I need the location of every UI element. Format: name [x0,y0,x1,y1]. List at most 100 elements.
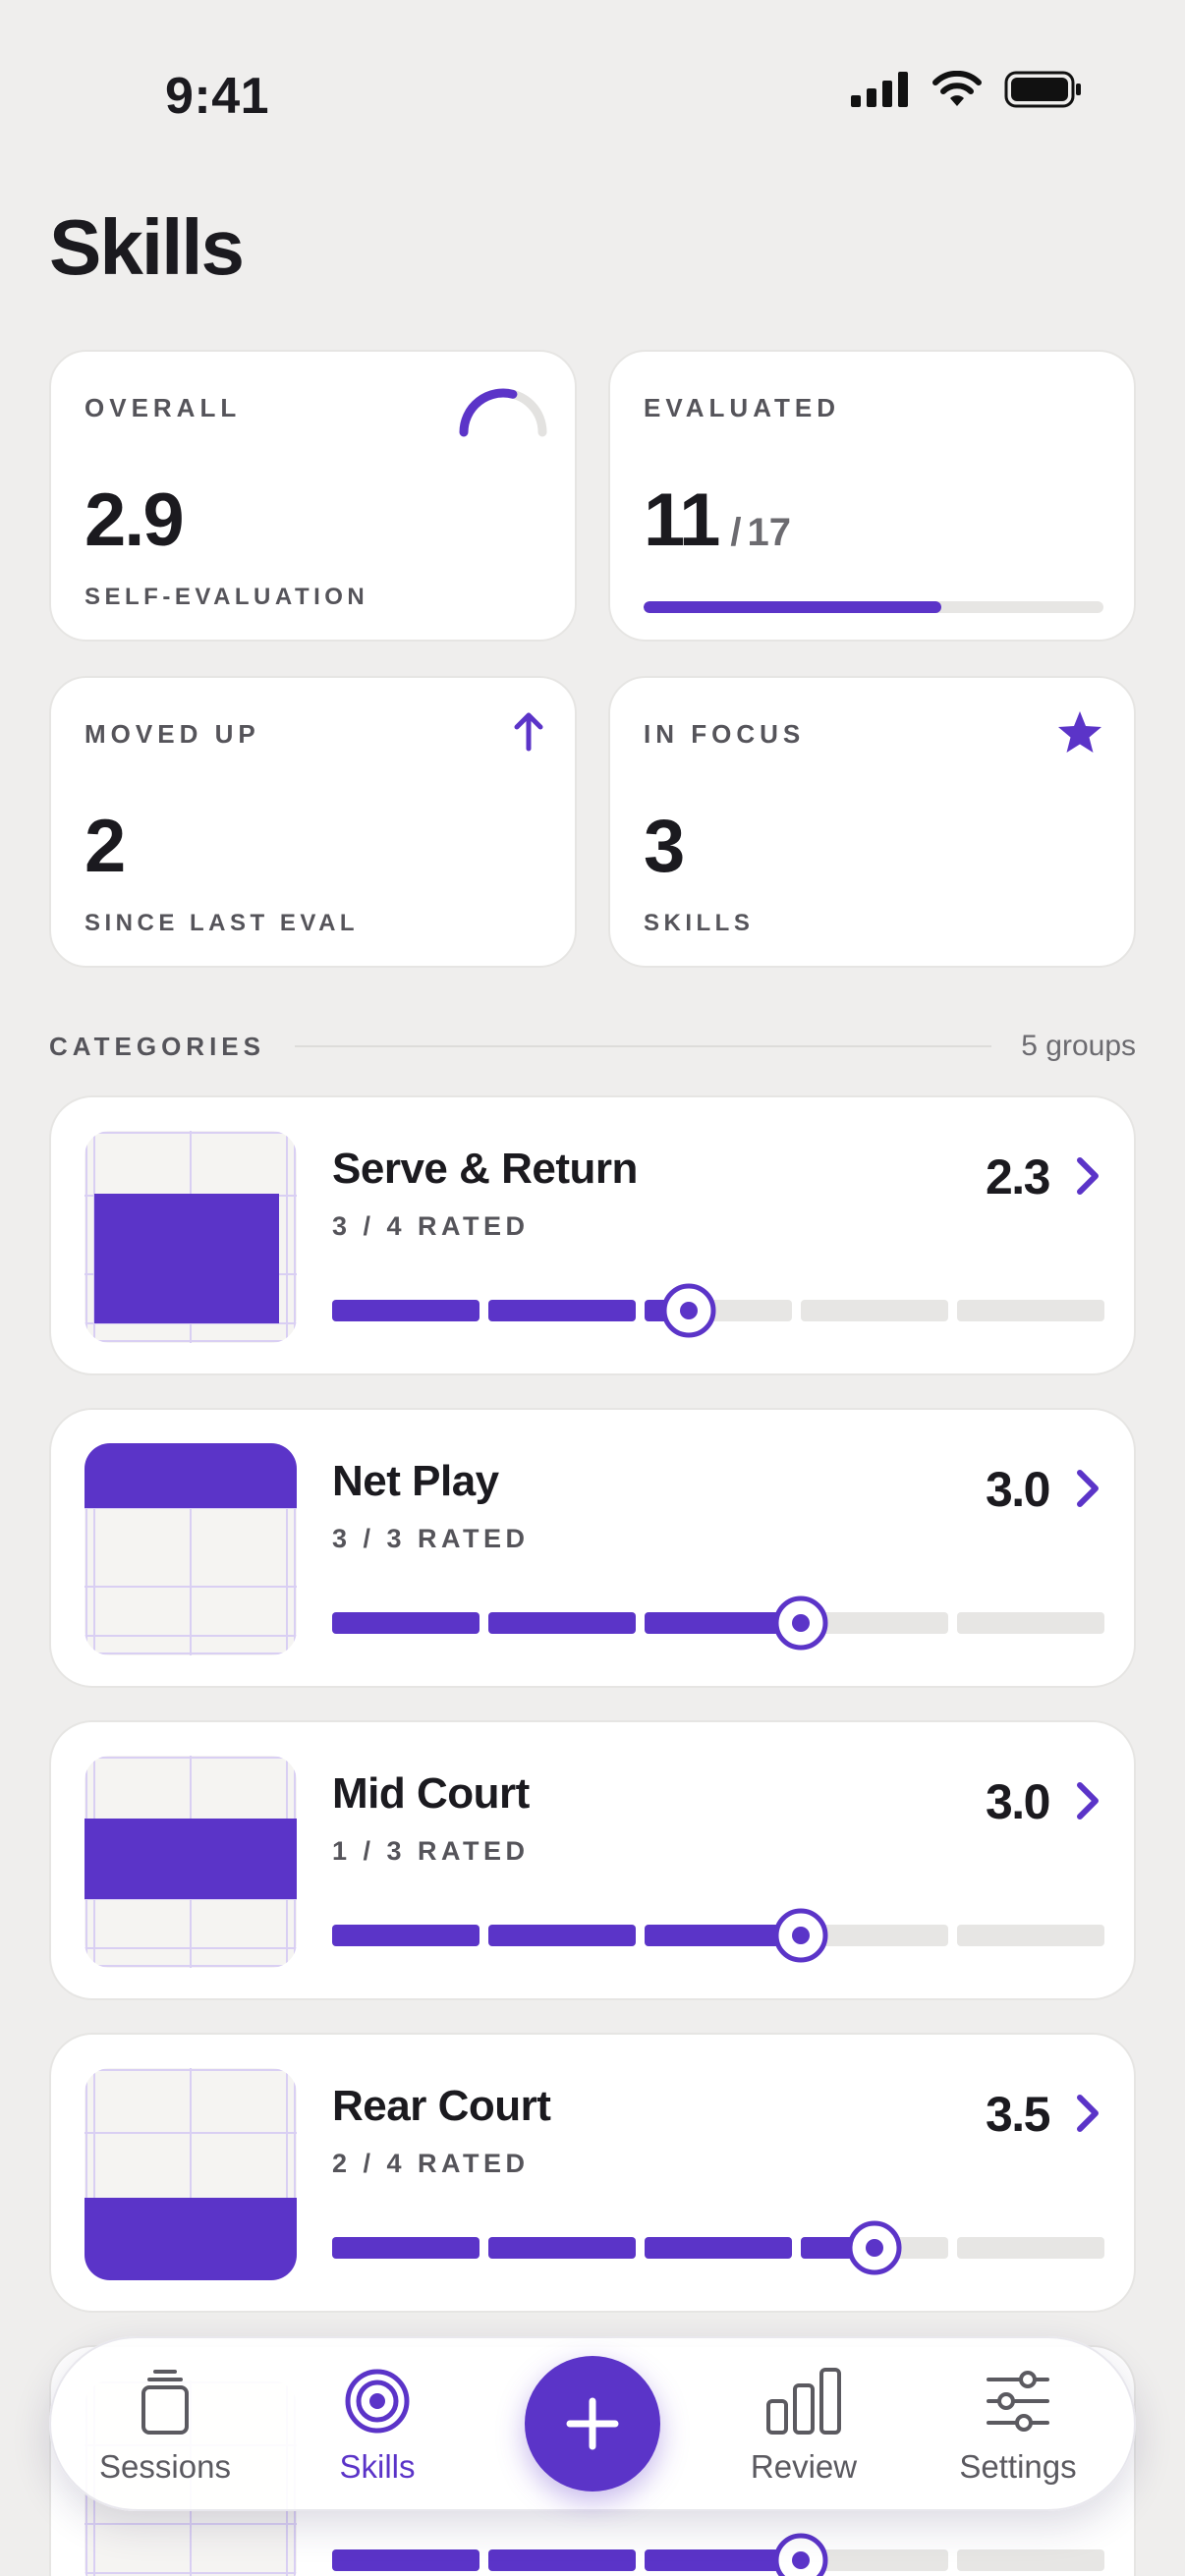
section-divider [294,1045,992,1047]
level-segment-fill [488,1925,636,1946]
category-score: 3.5 [985,2087,1051,2142]
level-segment-fill [645,2549,792,2571]
level-segment [957,1612,1104,1634]
in-focus-sub: SKILLS [644,910,755,936]
in-focus-card[interactable]: IN FOCUS 3 SKILLS [608,676,1136,968]
evaluated-card[interactable]: EVALUATED 11/17 [608,350,1136,642]
chevron-right-icon [1077,1470,1099,1507]
moved-up-value: 2 [85,805,126,888]
court-zone-highlight [85,1443,297,1508]
category-card-serve-return[interactable]: Serve & Return 3 / 4 RATED 2.3 [49,1095,1136,1375]
level-track [332,1908,1104,1963]
overall-label: OVERALL [85,393,242,422]
level-segment-fill [332,1612,480,1634]
chevron-right-icon [1077,1782,1099,1820]
star-icon [1058,711,1101,753]
category-score: 3.0 [985,1462,1051,1517]
level-segment [957,2549,1104,2571]
in-focus-label: IN FOCUS [644,719,806,749]
wifi-icon [932,71,982,106]
category-rated: 3 / 4 RATED [332,1211,530,1241]
level-knob-dot [680,1302,698,1319]
tab-skills[interactable]: Skills [279,2366,476,2493]
target-icon [345,2369,410,2434]
level-segment-fill [488,1300,636,1321]
category-name: Rear Court [332,2082,551,2130]
court-serve-icon [85,1131,297,1343]
level-knob-dot [792,1927,810,1944]
overall-card[interactable]: OVERALL 2.9 SELF-EVALUATION [49,350,577,642]
level-segment-fill [488,2549,636,2571]
arrow-up-icon [514,712,543,752]
battery-icon [1004,71,1081,108]
plus-icon [566,2397,619,2450]
court-zone-highlight [85,2198,297,2280]
overall-value: 2.9 [85,478,185,562]
court-rear-icon [85,2068,297,2280]
level-segment-fill [332,1300,480,1321]
category-rated: 1 / 3 RATED [332,1836,530,1866]
chevron-right-icon [1077,1157,1099,1195]
status-time: 9:41 [165,68,270,125]
moved-up-card[interactable]: MOVED UP 2 SINCE LAST EVAL [49,676,577,968]
level-track [332,2220,1104,2275]
category-rated: 3 / 3 RATED [332,1524,530,1553]
category-score: 2.3 [985,1149,1051,1204]
tab-label: Settings [959,2448,1077,2485]
level-segment-fill [332,1925,480,1946]
tab-bar: Sessions Skills Review Settings [49,2336,1136,2511]
court-mid-icon [85,1756,297,1968]
status-bar: 9:41 [0,0,1185,196]
overall-sub: SELF-EVALUATION [85,584,369,610]
level-segment [957,1925,1104,1946]
evaluated-label: EVALUATED [644,393,841,422]
level-segment-fill [645,1612,792,1634]
level-track [332,1283,1104,1338]
sliders-icon [987,2371,1049,2432]
categories-header: CATEGORIES 5 groups [49,1027,1136,1066]
status-icons [851,71,1083,108]
cellular-signal-icon [851,72,908,107]
category-card-net-play[interactable]: Net Play 3 / 3 RATED 3.0 [49,1408,1136,1688]
level-segment [957,2237,1104,2259]
page-title: Skills [49,203,245,291]
level-segment [801,1300,948,1321]
moved-up-label: MOVED UP [85,719,260,749]
level-knob-dot [792,2551,810,2569]
sessions-icon [141,2370,189,2435]
categories-title: CATEGORIES [49,1031,265,1061]
evaluated-value-group: 11/17 [644,478,791,562]
moved-up-sub: SINCE LAST EVAL [85,910,360,936]
level-track [332,2533,1104,2576]
level-segment [957,1300,1104,1321]
category-card-rear-court[interactable]: Rear Court 2 / 4 RATED 3.5 [49,2033,1136,2313]
tab-settings[interactable]: Settings [920,2366,1116,2493]
category-name: Serve & Return [332,1145,638,1193]
court-net-icon [85,1443,297,1655]
level-knob-dot [866,2239,883,2257]
category-score: 3.0 [985,1774,1051,1829]
tab-review[interactable]: Review [705,2366,902,2493]
category-rated: 2 / 4 RATED [332,2149,530,2178]
tab-label: Sessions [99,2448,231,2485]
court-zone-highlight [85,1819,297,1899]
tab-label: Review [750,2448,858,2485]
gauge-icon [459,388,547,437]
categories-count: 5 groups [1021,1030,1136,1062]
tab-label: Skills [339,2448,416,2485]
category-name: Mid Court [332,1769,530,1818]
add-session-button[interactable] [525,2356,660,2492]
chevron-right-icon [1077,2095,1099,2132]
category-name: Net Play [332,1457,499,1505]
level-knob-dot [792,1614,810,1632]
level-segment-fill [488,1612,636,1634]
level-segment-fill [645,2237,792,2259]
level-segment-fill [332,2549,480,2571]
court-zone-highlight [94,1194,279,1323]
tab-sessions[interactable]: Sessions [67,2366,263,2493]
category-card-mid-court[interactable]: Mid Court 1 / 3 RATED 3.0 [49,1720,1136,2000]
evaluated-progress-fill [644,601,941,613]
level-segment-fill [332,2237,480,2259]
bar-chart-icon [766,2368,841,2435]
level-segment-fill [645,1925,792,1946]
